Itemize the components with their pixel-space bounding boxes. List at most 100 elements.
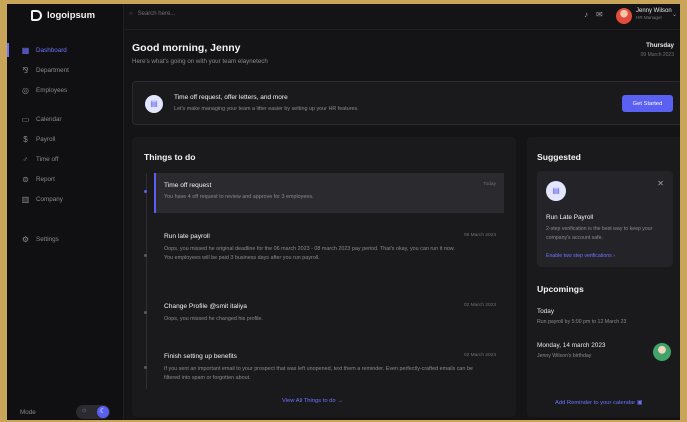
things-to-do-panel: Things to do Time off request Today You … [132,137,516,417]
grid-icon: ▦ [21,45,30,55]
sidebar-item-calendar[interactable]: ▭ Calendar [7,109,124,129]
upcoming-heading: Today [537,308,555,315]
task-item[interactable]: Time off request Today You have 4 off re… [144,173,504,213]
theme-toggle[interactable]: ☼ ☾ [76,405,110,419]
task-date: 06 March 2023 [464,233,496,238]
timeline-dot [144,366,147,369]
app-window: logoipsum ▦ Dashboard ⅋ Department ◎ Employee… [7,4,680,420]
sun-icon: ☼ [81,407,88,414]
task-date: 02 March 2023 [464,303,496,308]
day-label: Thursday [646,42,674,49]
payroll-icon: $ [23,134,28,144]
calendar-icon: ▣ [636,400,643,406]
todo-title: Things to do [144,152,196,162]
page-title: Good morning, Jenny [132,42,241,54]
task-description: Oops, you missed he original deadline fo… [164,246,455,261]
department-icon: ⅋ [22,65,29,75]
sidebar-item-company[interactable]: ▥ Company [7,189,124,209]
sidebar-item-report[interactable]: ⊜ Report [7,169,124,189]
timeline-dot [144,190,147,193]
upcoming-detail: Jenny Wilson's birthday [537,353,592,359]
top-icons: ♪ ✉ [584,10,603,19]
task-date: Today [483,182,496,187]
mode-row: Mode ☼ ☾ [20,405,110,419]
task-date: 02 March 2023 [464,353,496,358]
bell-icon[interactable]: ♪ [584,10,588,19]
upcomings-title: Upcomings [537,284,584,294]
mail-icon[interactable]: ✉ [596,10,603,19]
upcoming-item[interactable]: Today Run payroll by 5:00 pm to 12 March… [537,308,626,325]
document-icon: ▤ [546,181,566,201]
sidebar-item-label: Payroll [36,135,56,143]
upcoming-detail: Run payroll by 5:00 pm to 12 March 23 [537,319,627,325]
banner-title: Time off request, offer letters, and mor… [174,94,288,101]
suggestion-card: ▤ ✕ Run Late Payroll 2-step verification… [537,171,673,267]
employees-icon: ◎ [22,85,29,95]
logo-icon [31,10,42,21]
upcoming-item[interactable]: Monday, 14 march 2023 Jenny Wilson's bir… [537,342,605,359]
search-input[interactable]: Search here... [138,11,176,17]
sidebar-item-label: Dashboard [36,46,67,54]
chevron-right-icon: › [613,253,615,259]
sidebar-item-label: Department [36,66,69,74]
document-icon: ▤ [145,95,163,113]
sidebar-item-payroll[interactable]: $ Payroll [7,129,124,149]
sidebar-item-label: Time off [36,155,59,163]
date-label: 09 March 2023 [640,52,674,58]
sidebar-item-employees[interactable]: ◎ Employees [7,80,124,100]
arrow-right-icon: → [337,398,344,404]
sidebar-item-label: Settings [36,235,59,243]
user-avatar[interactable] [616,8,632,24]
task-item[interactable]: Finish setting up benefits 02 March 2023… [144,353,504,383]
suggestion-description: 2-step verification is the best way to k… [546,226,653,241]
chevron-down-icon[interactable]: ⌄ [672,11,677,18]
banner-subtitle: Let's make managing your team a litter e… [174,106,359,112]
task-item[interactable]: Run late payroll 06 March 2023 Oops, you… [144,233,504,263]
suggestion-title: Run Late Payroll [546,214,594,221]
task-name: Finish setting up benefits [164,353,237,360]
birthday-avatar [653,343,671,361]
timeline-dot [144,311,147,314]
task-name: Change Profile @smit italiya [164,303,247,310]
upcoming-heading: Monday, 14 march 2023 [537,342,606,349]
sidebar-item-time-off[interactable]: ♂ Time off [7,149,124,169]
user-info[interactable]: Jenny Wilson HR Manager [636,8,672,21]
user-name: Jenny Wilson [636,8,672,14]
sidebar: logoipsum ▦ Dashboard ⅋ Department ◎ Employee… [7,4,124,420]
task-description: You have 4 off request to review and app… [164,194,314,200]
sidebar-item-dashboard[interactable]: ▦ Dashboard [7,40,124,60]
calendar-icon: ▭ [21,114,30,124]
view-all-link[interactable]: View All Things to do → [282,398,343,404]
brand-name: logoipsum [47,10,96,21]
enable-two-step-link[interactable]: Enable two step verifications › [546,253,615,259]
search-bar[interactable]: ○ Search here... [129,11,175,17]
add-reminder-link[interactable]: Add Reminder to your calendar ▣ [555,400,642,406]
mode-label: Mode [20,408,36,416]
page-subtitle: Here's what's going on with your team el… [132,58,268,65]
sidebar-item-department[interactable]: ⅋ Department [7,60,124,80]
sidebar-item-label: Company [36,195,63,203]
search-icon: ○ [129,11,133,17]
current-date: Thursday 09 March 2023 [641,42,674,58]
sidebar-item-settings[interactable]: ⚙ Settings [7,229,124,249]
task-description: If you sent an important email to your p… [164,366,473,381]
add-reminder-label: Add Reminder to your calendar [555,400,636,406]
get-started-button[interactable]: Get Started [622,95,673,112]
sidebar-nav: ▦ Dashboard ⅋ Department ◎ Employees ▭ Calendar… [7,40,124,249]
sidebar-item-label: Calendar [36,115,62,123]
task-item[interactable]: Change Profile @smit italiya 02 March 20… [144,303,504,324]
task-name: Run late payroll [164,233,210,240]
sidebar-item-label: Report [36,175,55,183]
right-panel: Suggested ▤ ✕ Run Late Payroll 2-step ve… [527,137,680,417]
close-icon[interactable]: ✕ [657,179,664,188]
sidebar-item-label: Employees [36,86,68,94]
suggested-title: Suggested [537,152,581,162]
moon-icon: ☾ [97,406,109,418]
timeline-dot [144,254,147,257]
greeting: Good morning, Jenny Here's what's going … [132,42,268,65]
task-description: Oops, you missed he changed his profile. [164,316,263,322]
company-icon: ▥ [21,194,30,204]
topbar: ○ Search here... ♪ ✉ Jenny Wilson HR Man… [124,4,680,30]
brand-logo[interactable]: logoipsum [31,10,95,21]
user-role: HR Manager [636,15,663,21]
